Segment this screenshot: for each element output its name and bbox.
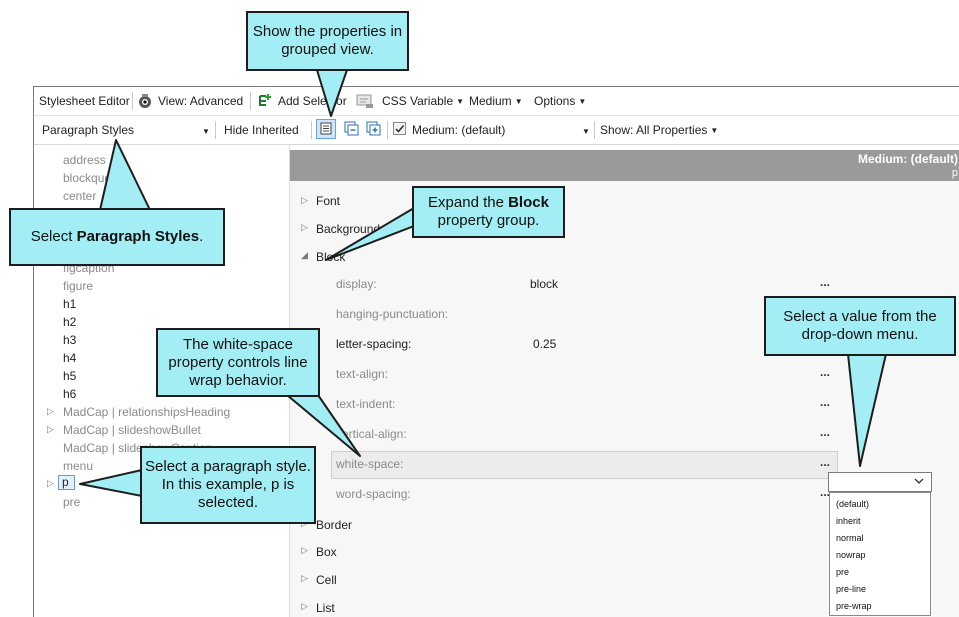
callout-text: Select a value from the drop-down menu. bbox=[783, 308, 937, 343]
callout-text: Select Paragraph Styles. bbox=[30, 228, 204, 245]
callout-dropdown-value: Select a value from the drop-down menu. bbox=[764, 296, 956, 356]
callout-paragraph-styles: Select Paragraph Styles. bbox=[9, 208, 225, 266]
callout-pointer bbox=[99, 139, 151, 211]
callout-text: Expand the Block property group. bbox=[428, 194, 549, 229]
callout-text: Show the properties in grouped view. bbox=[252, 23, 403, 58]
callout-white-space: The white-space property controls line w… bbox=[156, 328, 320, 397]
callout-pointer bbox=[316, 69, 348, 117]
callout-pointer bbox=[79, 469, 143, 497]
callout-pointer bbox=[847, 353, 887, 467]
callout-text: The white-space property controls line w… bbox=[168, 335, 308, 389]
callout-select-paragraph: Select a paragraph style. In this exampl… bbox=[140, 446, 316, 524]
callout-expand-block: Expand the Block property group. bbox=[412, 186, 565, 238]
callout-text: Select a paragraph style. In this exampl… bbox=[145, 458, 311, 511]
callout-grouped-view: Show the properties in grouped view. bbox=[246, 11, 409, 71]
callout-pointer bbox=[325, 207, 415, 261]
